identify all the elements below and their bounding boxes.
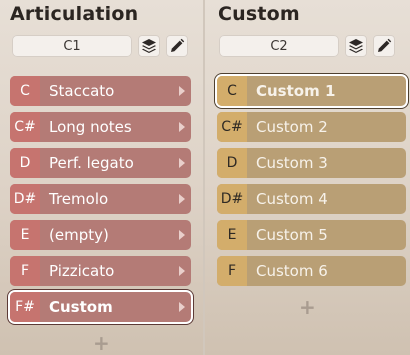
chevron-right-icon[interactable] <box>175 86 187 96</box>
articulation-row-selected[interactable]: F# Custom <box>10 292 191 322</box>
articulation-slot-field[interactable]: C1 <box>12 35 132 57</box>
layers-icon <box>349 39 363 53</box>
custom-layers-button[interactable] <box>345 35 367 57</box>
articulation-key: D <box>10 148 40 178</box>
articulation-row[interactable]: F Pizzicato <box>10 256 191 286</box>
articulation-panel: Articulation C1 C Staccato C# Long notes… <box>0 0 198 355</box>
chevron-right-icon[interactable] <box>175 302 187 312</box>
custom-title: Custom <box>218 3 300 25</box>
custom-key: C# <box>217 112 247 142</box>
custom-slot-field[interactable]: C2 <box>219 35 339 57</box>
articulation-label: Long notes <box>49 118 132 136</box>
articulation-label: Pizzicato <box>49 262 115 280</box>
chevron-right-icon[interactable] <box>175 266 187 276</box>
add-articulation-button[interactable]: + <box>93 333 110 353</box>
custom-label: Custom 4 <box>256 190 328 208</box>
custom-key: F <box>217 256 247 286</box>
panel-divider <box>203 0 205 355</box>
custom-panel: Custom C2 C Custom 1 C# Custom 2 D Custo… <box>208 0 406 355</box>
custom-label: Custom 3 <box>256 154 328 172</box>
custom-key: D <box>217 148 247 178</box>
custom-label: Custom 5 <box>256 226 328 244</box>
custom-edit-button[interactable] <box>373 35 395 57</box>
custom-row[interactable]: C# Custom 2 <box>217 112 406 142</box>
articulation-key: C <box>10 76 40 106</box>
chevron-right-icon[interactable] <box>175 122 187 132</box>
custom-row[interactable]: E Custom 5 <box>217 220 406 250</box>
articulation-row[interactable]: D# Tremolo <box>10 184 191 214</box>
articulation-row[interactable]: C# Long notes <box>10 112 191 142</box>
custom-key: E <box>217 220 247 250</box>
custom-row-selected[interactable]: C Custom 1 <box>217 76 406 106</box>
chevron-right-icon[interactable] <box>175 158 187 168</box>
custom-label: Custom 2 <box>256 118 328 136</box>
custom-row[interactable]: F Custom 6 <box>217 256 406 286</box>
articulation-title: Articulation <box>10 3 139 25</box>
custom-key: C <box>217 76 247 106</box>
pencil-icon <box>171 38 185 52</box>
articulation-label: Perf. legato <box>49 154 134 172</box>
articulation-row[interactable]: E (empty) <box>10 220 191 250</box>
articulation-label: (empty) <box>49 226 109 244</box>
articulation-key: E <box>10 220 40 250</box>
articulation-row[interactable]: C Staccato <box>10 76 191 106</box>
chevron-right-icon[interactable] <box>175 230 187 240</box>
articulation-key: C# <box>10 112 40 142</box>
custom-row[interactable]: D# Custom 4 <box>217 184 406 214</box>
articulation-edit-button[interactable] <box>166 35 188 57</box>
articulation-key: D# <box>10 184 40 214</box>
add-custom-button[interactable]: + <box>299 297 316 317</box>
articulation-label: Tremolo <box>49 190 109 208</box>
custom-row[interactable]: D Custom 3 <box>217 148 406 178</box>
custom-key: D# <box>217 184 247 214</box>
articulation-layers-button[interactable] <box>138 35 160 57</box>
articulation-row[interactable]: D Perf. legato <box>10 148 191 178</box>
articulation-key: F <box>10 256 40 286</box>
articulation-key: F# <box>10 292 40 322</box>
custom-label: Custom 1 <box>256 82 336 100</box>
articulation-label: Custom <box>49 298 113 316</box>
chevron-right-icon[interactable] <box>175 194 187 204</box>
pencil-icon <box>378 38 392 52</box>
layers-icon <box>142 39 156 53</box>
custom-label: Custom 6 <box>256 262 328 280</box>
articulation-label: Staccato <box>49 82 115 100</box>
